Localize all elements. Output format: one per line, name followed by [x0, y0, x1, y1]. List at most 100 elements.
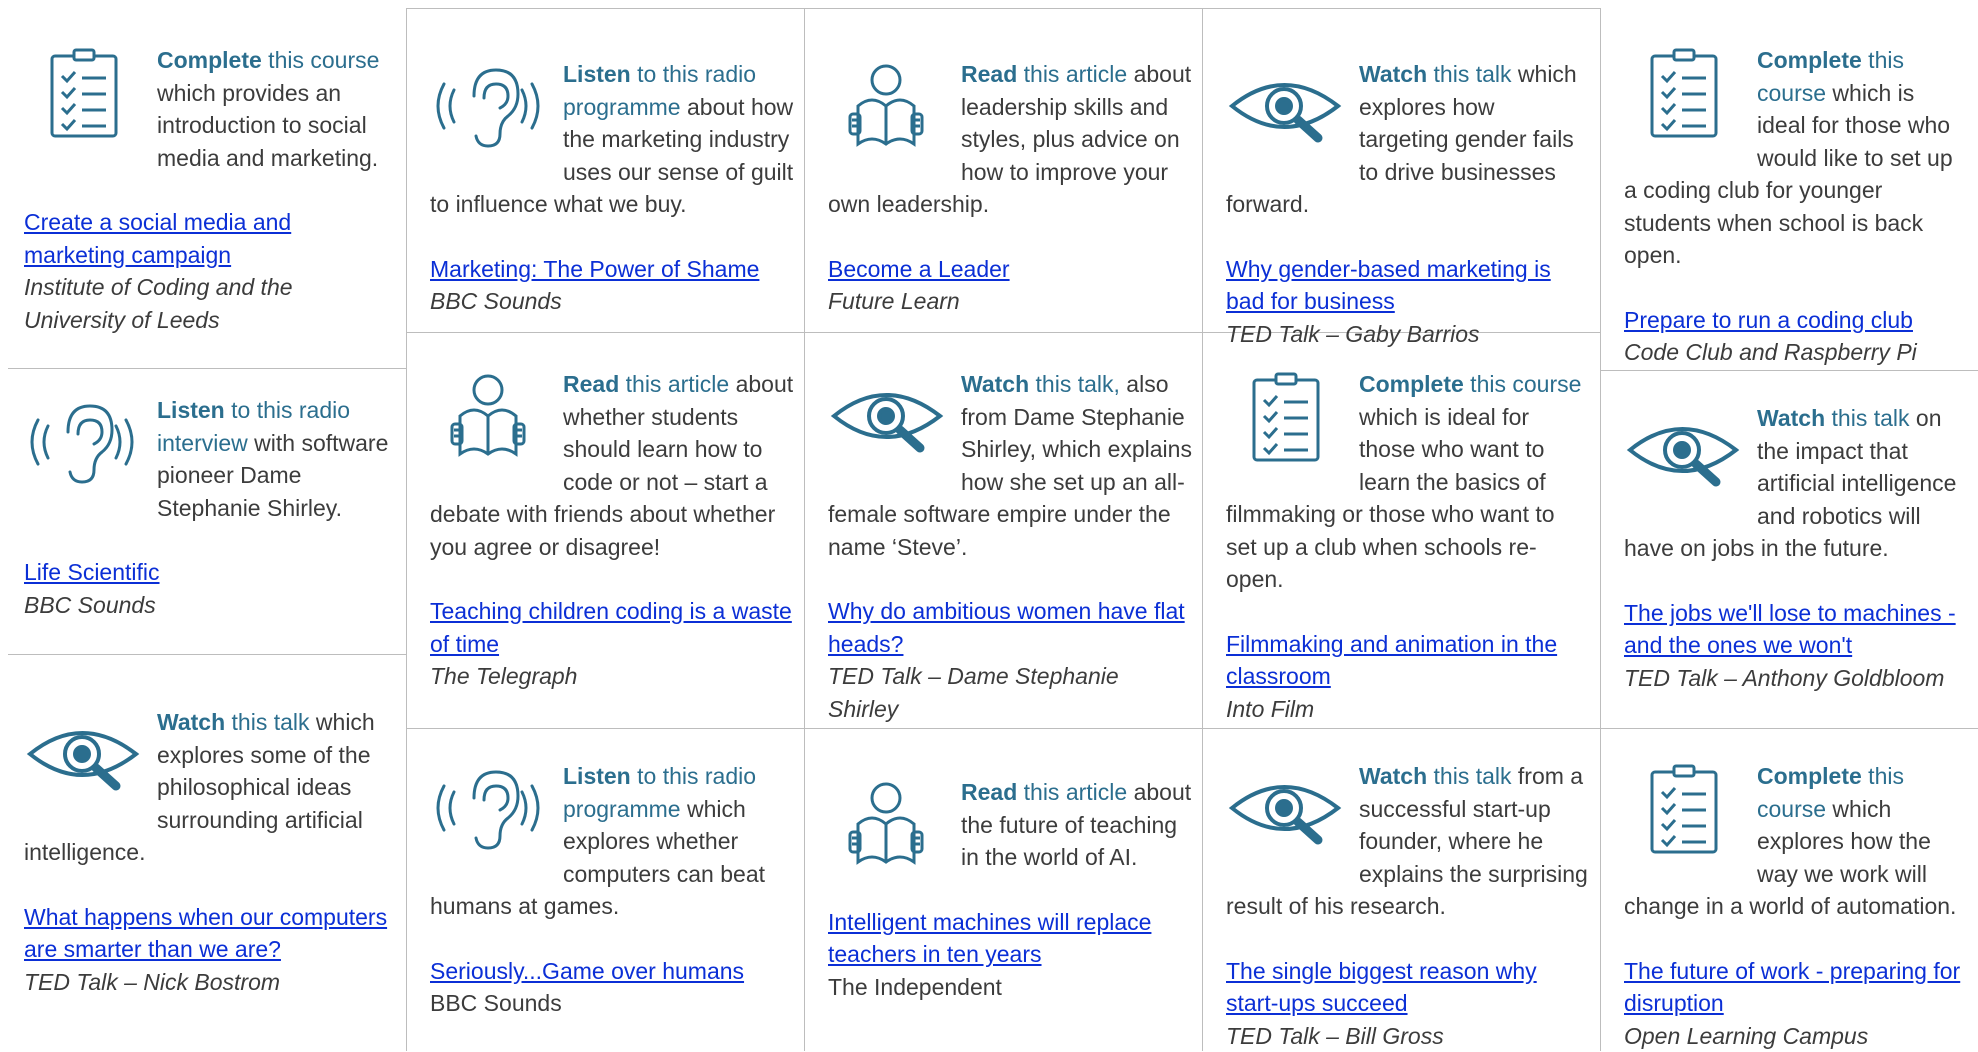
resource-link[interactable]: The single biggest reason why start-ups …	[1226, 955, 1590, 1020]
card-action-verb: Read	[961, 61, 1017, 87]
resource-link[interactable]: What happens when our computers are smar…	[24, 901, 396, 966]
spacer	[24, 174, 396, 206]
eye-watch-icon	[24, 706, 149, 802]
row-divider	[8, 654, 406, 655]
card-resource-type: this course	[1464, 371, 1582, 397]
row-divider	[1600, 370, 1978, 371]
resource-link[interactable]: Marketing: The Power of Shame	[430, 253, 794, 286]
eye-watch-icon	[1226, 760, 1351, 856]
card-action-verb: Watch	[157, 709, 225, 735]
card-resource-type: this course	[262, 47, 380, 73]
resource-card: Listen to this radio programme which exp…	[406, 742, 804, 1020]
card-resource-type: this talk	[1825, 405, 1909, 431]
card-resource-type: this article	[1017, 779, 1127, 805]
resource-card: Complete this course which provides an i…	[0, 26, 406, 336]
reader-book-icon	[430, 368, 555, 464]
spacer	[430, 923, 794, 955]
resource-source: TED Talk – Bill Gross	[1226, 1020, 1590, 1052]
card-action-verb: Complete	[157, 47, 262, 73]
resource-link[interactable]: Why gender-based marketing is bad for bu…	[1226, 253, 1590, 318]
row-divider	[8, 368, 406, 369]
resource-link[interactable]: Filmmaking and animation in the classroo…	[1226, 628, 1590, 693]
spacer	[828, 874, 1192, 906]
card-resource-type: this talk	[1427, 763, 1511, 789]
resource-link[interactable]: Intelligent machines will replace teache…	[828, 906, 1192, 971]
reader-book-icon	[828, 776, 953, 872]
resource-card: Watch this talk which explores how targe…	[1202, 40, 1600, 350]
card-resource-type: this talk	[1427, 61, 1511, 87]
spacer	[24, 524, 396, 556]
resource-link[interactable]: Become a Leader	[828, 253, 1192, 286]
card-resource-type: this article	[1017, 61, 1127, 87]
spacer	[1226, 923, 1590, 955]
spacer	[430, 221, 794, 253]
spacer	[430, 563, 794, 595]
card-action-verb: Complete	[1757, 47, 1862, 73]
resource-source: The Independent	[828, 971, 1192, 1004]
spacer	[24, 869, 396, 901]
resource-card: Read this article about leadership skill…	[804, 40, 1202, 318]
card-resource-type: this article	[619, 371, 729, 397]
spacer	[828, 563, 1192, 595]
resource-grid: Complete this course which provides an i…	[0, 0, 1978, 1051]
resource-card: Read this article about whether students…	[406, 350, 804, 693]
card-action-verb: Listen	[563, 763, 631, 789]
card-summary: which provides an introduction to social…	[157, 80, 378, 171]
ear-listen-icon	[430, 58, 555, 154]
ear-listen-icon	[24, 394, 149, 490]
row-divider	[406, 8, 1600, 9]
resource-card: Complete this course which is ideal for …	[1600, 26, 1978, 369]
spacer	[1226, 221, 1590, 253]
card-action-verb: Listen	[563, 61, 631, 87]
resource-source: TED Talk – Nick Bostrom	[24, 966, 396, 999]
card-action-verb: Listen	[157, 397, 225, 423]
spacer	[1624, 272, 1968, 304]
resource-link[interactable]: The jobs we'll lose to machines - and th…	[1624, 597, 1968, 662]
spacer	[1226, 596, 1590, 628]
resource-source: BBC Sounds	[24, 589, 396, 622]
resource-card: Watch this talk on the impact that artif…	[1600, 384, 1978, 694]
clipboard-checklist-icon	[24, 44, 149, 140]
clipboard-checklist-icon	[1624, 44, 1749, 140]
row-divider	[1600, 728, 1978, 729]
resource-card: Watch this talk which explores some of t…	[0, 688, 406, 998]
resource-source: BBC Sounds	[430, 285, 794, 318]
eye-watch-icon	[828, 368, 953, 464]
resource-source: Into Film	[1226, 693, 1590, 726]
resource-card: Watch this talk, also from Dame Stephani…	[804, 350, 1202, 725]
card-action-verb: Watch	[1359, 763, 1427, 789]
resource-source: Open Learning Campus	[1624, 1020, 1968, 1052]
resource-card: Watch this talk from a successful start-…	[1202, 742, 1600, 1052]
card-resource-type: this talk,	[1029, 371, 1120, 397]
spacer	[1624, 565, 1968, 597]
clipboard-checklist-icon	[1624, 760, 1749, 856]
resource-link[interactable]: Teaching children coding is a waste of t…	[430, 595, 794, 660]
resource-card: Listen to this radio interview with soft…	[0, 376, 406, 621]
resource-source: The Telegraph	[430, 660, 794, 693]
resource-card: Complete this course which explores how …	[1600, 742, 1978, 1052]
resource-source: Future Learn	[828, 285, 1192, 318]
resource-link[interactable]: Why do ambitious women have flat heads?	[828, 595, 1192, 660]
card-resource-type: this talk	[225, 709, 309, 735]
resource-source: BBC Sounds	[430, 987, 794, 1020]
resource-card: Complete this course which is ideal for …	[1202, 350, 1600, 725]
card-action-verb: Complete	[1359, 371, 1464, 397]
resource-source: Code Club and Raspberry Pi	[1624, 336, 1968, 369]
card-action-verb: Watch	[1359, 61, 1427, 87]
resource-link[interactable]: Create a social media and marketing camp…	[24, 206, 396, 271]
spacer	[1624, 923, 1968, 955]
resource-card: Read this article about the future of te…	[804, 758, 1202, 1003]
card-action-verb: Watch	[1757, 405, 1825, 431]
clipboard-checklist-icon	[1226, 368, 1351, 464]
resource-link[interactable]: Life Scientific	[24, 556, 396, 589]
eye-watch-icon	[1624, 402, 1749, 498]
resource-link[interactable]: The future of work - preparing for disru…	[1624, 955, 1968, 1020]
card-action-verb: Read	[563, 371, 619, 397]
resource-source: TED Talk – Anthony Goldbloom	[1624, 662, 1968, 695]
resource-link[interactable]: Seriously...Game over humans	[430, 955, 794, 988]
reader-book-icon	[828, 58, 953, 154]
card-action-verb: Complete	[1757, 763, 1862, 789]
resource-link[interactable]: Prepare to run a coding club	[1624, 304, 1968, 337]
spacer	[828, 221, 1192, 253]
resource-card: Listen to this radio programme about how…	[406, 40, 804, 318]
